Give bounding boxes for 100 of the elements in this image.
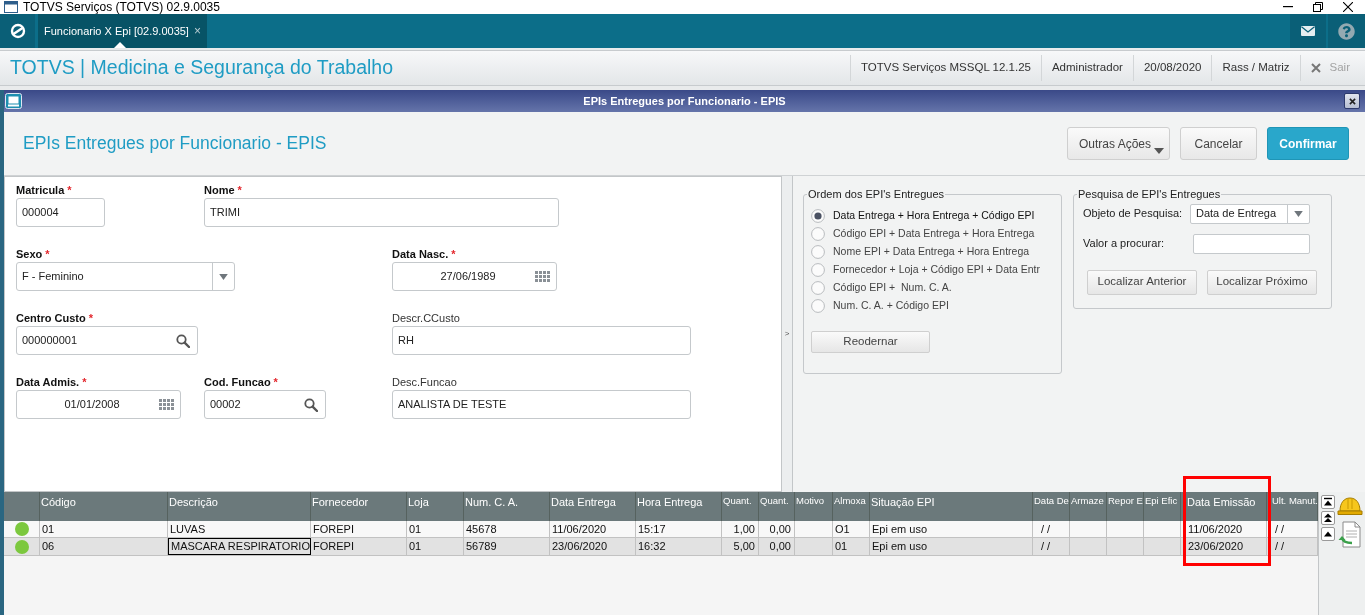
table-cell: 0,00 — [759, 538, 795, 555]
scroll-to-top-icon[interactable] — [1321, 495, 1335, 509]
field-label: Nome * — [204, 184, 242, 197]
minimize-icon[interactable] — [1283, 6, 1293, 8]
panel-toggle-button[interactable]: > — [782, 176, 793, 492]
table-cell: 01 — [407, 521, 464, 537]
text-field[interactable]: ANALISTA DE TESTE — [392, 390, 691, 419]
close-icon — [1310, 63, 1321, 73]
radio-icon[interactable] — [811, 298, 825, 313]
field-label: Descr.CCusto — [392, 312, 460, 325]
session-info: TOTVS Serviços MSSQL 12.1.25 — [849, 55, 1041, 81]
table-cell: 56789 — [464, 538, 550, 555]
scroll-up-icon[interactable] — [1321, 527, 1335, 541]
calendar-icon[interactable] — [159, 399, 174, 410]
caret-icon[interactable] — [1294, 210, 1303, 217]
radio-option[interactable]: Código EPI + Num. C. A. — [811, 278, 1054, 297]
field-label: Data Admis. * — [16, 376, 87, 389]
table-cell: LUVAS — [168, 521, 311, 537]
grid-row[interactable]: 01 LUVAS FOREPI 01 45678 11/06/2020 15:17 1,00 0,00 O1 Epi em uso / / 11/06/2020 / / — [4, 521, 1318, 538]
more-actions-button[interactable]: Outras Ações — [1067, 127, 1170, 160]
search-icon[interactable] — [304, 397, 318, 412]
table-cell: / / — [1033, 521, 1070, 537]
lookup-field[interactable]: 000000001 — [16, 326, 198, 355]
window-title: TOTVS Serviços (TOTVS) 02.9.0035 — [23, 0, 220, 14]
table-cell: MASCARA RESPIRATORIO — [168, 538, 311, 555]
date-field[interactable]: 01/01/2008 — [16, 390, 181, 419]
close-icon[interactable] — [1343, 2, 1353, 12]
calendar-icon[interactable] — [535, 271, 550, 282]
text-field[interactable]: TRIMI — [204, 198, 559, 227]
table-cell: 23/06/2020 — [1181, 538, 1267, 555]
radio-icon[interactable] — [811, 208, 825, 223]
messages-button[interactable] — [1290, 14, 1326, 48]
field-label: Centro Custo * — [16, 312, 93, 325]
grid-row[interactable]: 06 MASCARA RESPIRATORIO FOREPI 01 56789 23/06/2020 16:32 5,00 0,00 01 Epi em uso / / 23/06/2020 / / — [4, 538, 1318, 556]
radio-option[interactable]: Data Entrega + Hora Entrega + Código EPI — [811, 206, 1054, 225]
table-cell: Epi em uso — [870, 521, 1033, 537]
table-cell: 0,00 — [759, 521, 795, 537]
table-cell: 01 — [407, 538, 464, 555]
table-cell: 15:17 — [636, 521, 722, 537]
reorder-button[interactable]: Reodernar — [811, 330, 930, 353]
dialog-title: EPIs Entregues por Funcionario - EPIS — [583, 93, 786, 109]
table-cell: FOREPI — [311, 521, 407, 537]
table-cell: 01 — [833, 538, 870, 555]
page-up-icon[interactable] — [1321, 511, 1335, 525]
window-icon — [5, 93, 22, 109]
search-value-field[interactable] — [1193, 233, 1310, 254]
table-cell: / / — [1033, 538, 1070, 555]
session-info: Rass / Matriz — [1211, 55, 1300, 81]
field-label: Data Nasc. * — [392, 248, 456, 261]
text-field[interactable]: 000004 — [16, 198, 105, 227]
menu-logo-button[interactable] — [0, 14, 35, 48]
cancel-button[interactable]: Cancelar — [1180, 127, 1257, 160]
find-button[interactable]: Localizar Próximo — [1207, 269, 1317, 295]
table-cell: 1,00 — [722, 521, 759, 537]
text-field[interactable]: RH — [392, 326, 691, 355]
table-cell: 16:32 — [636, 538, 722, 555]
table-cell: 23/06/2020 — [550, 538, 636, 555]
lookup-field[interactable]: 00002 — [204, 390, 326, 419]
table-cell: O1 — [833, 521, 870, 537]
table-cell: Epi em uso — [870, 538, 1033, 555]
radio-option[interactable]: Num. C. A. + Código EPI — [811, 296, 1054, 315]
search-icon[interactable] — [176, 333, 190, 348]
caret-icon[interactable] — [219, 273, 228, 280]
tab-close-button[interactable]: × — [193, 22, 201, 40]
group-title: Pesquisa de EPI's Entregues — [1077, 187, 1222, 202]
caret-icon — [1154, 148, 1164, 154]
field-label: Matricula * — [16, 184, 72, 197]
module-tab[interactable]: Funcionario X Epi [02.9.0035] × — [38, 14, 207, 48]
radio-icon[interactable] — [811, 262, 825, 277]
radio-icon[interactable] — [811, 280, 825, 295]
table-cell: 11/06/2020 — [550, 521, 636, 537]
radio-option[interactable]: Fornecedor + Loja + Código EPI + Data Entr — [811, 260, 1054, 279]
table-cell: 45678 — [464, 521, 550, 537]
table-cell: FOREPI — [311, 538, 407, 555]
find-button[interactable]: Localizar Anterior — [1087, 269, 1197, 295]
date-field[interactable]: 27/06/1989 — [392, 262, 557, 291]
field-label: Valor a procurar: — [1083, 236, 1166, 252]
radio-option[interactable]: Código EPI + Data Entrega + Hora Entrega — [811, 224, 1054, 243]
page-heading: EPIs Entregues por Funcionario - EPIS — [22, 132, 327, 156]
session-info: Administrador — [1040, 55, 1133, 81]
radio-icon[interactable] — [811, 226, 825, 241]
select-field[interactable]: F - Feminino — [16, 262, 235, 291]
restore-icon[interactable] — [1313, 2, 1323, 12]
field-label: Cod. Funcao * — [204, 376, 278, 389]
field-label: Desc.Funcao — [392, 376, 457, 389]
table-cell: 5,00 — [722, 538, 759, 555]
close-icon — [1348, 97, 1356, 105]
table-cell: 06 — [40, 538, 168, 555]
select-field[interactable]: Data de Entrega — [1190, 203, 1310, 224]
dialog-close-button[interactable] — [1344, 93, 1360, 109]
table-cell: 11/06/2020 — [1181, 521, 1267, 537]
mail-icon — [1301, 26, 1315, 36]
group-title: Ordem dos EPI's Entregues — [807, 187, 945, 202]
field-label: Objeto de Pesquisa: — [1083, 206, 1184, 222]
app-title: TOTVS | Medicina e Segurança do Trabalho — [9, 55, 393, 81]
radio-option[interactable]: Nome EPI + Data Entrega + Hora Entrega — [811, 242, 1054, 261]
radio-icon[interactable] — [811, 244, 825, 259]
field-label: Sexo * — [16, 248, 50, 261]
session-info: 20/08/2020 — [1132, 55, 1212, 81]
help-icon — [1338, 22, 1355, 40]
